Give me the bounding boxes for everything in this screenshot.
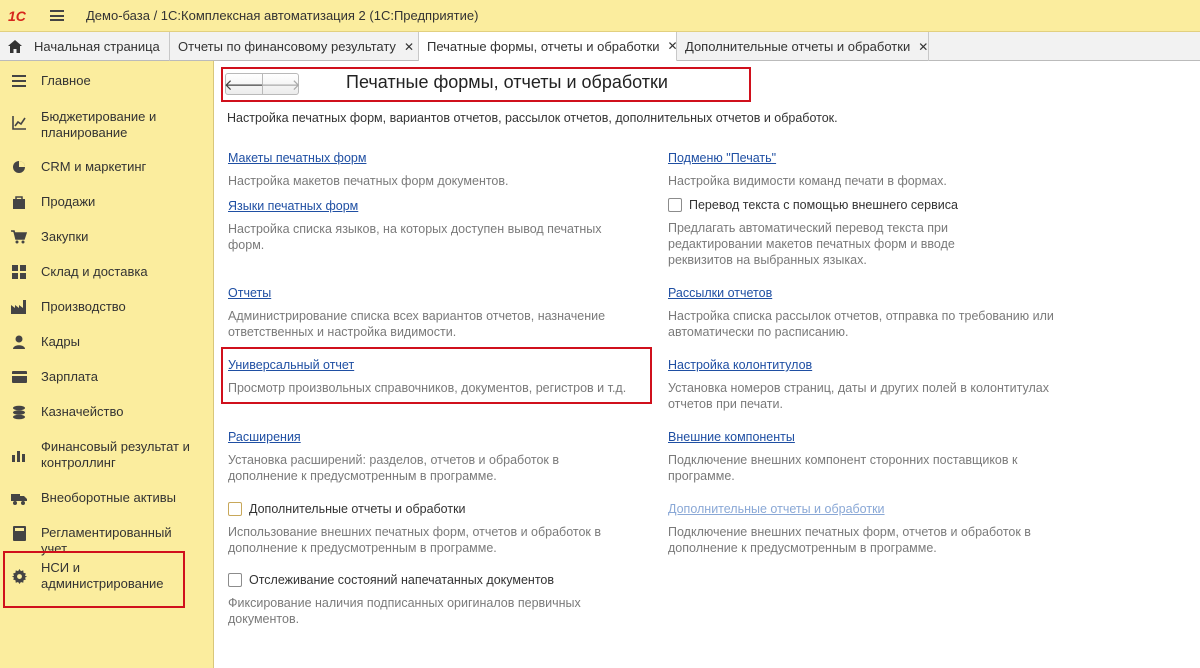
tab-financial-reports[interactable]: Отчеты по финансовому результату ✕ [170,32,419,61]
app-logo[interactable]: 1С [8,8,44,24]
sidebar-item-label: CRM и маркетинг [41,159,147,174]
hamburger-menu-icon[interactable] [50,10,64,21]
additional-reports-right-desc: Подключение внешних печатных форм, отчет… [668,525,1031,555]
checkbox-box[interactable] [228,573,242,587]
print-languages-desc: Настройка списка языков, на которых дост… [228,222,602,252]
tab-label: Дополнительные отчеты и обработки [685,39,911,54]
sidebar-item-label: Внеоборотные активы [41,490,177,505]
highlight-frame [221,67,751,102]
highlight-frame [3,551,185,608]
window-title: Демо-база / 1С:Комплексная автоматизация… [86,8,479,23]
warehouse-grid-icon [11,264,27,280]
sidebar-item-label: Главное [41,73,91,88]
truck-icon [11,490,27,506]
pie-chart-icon [11,159,27,175]
reports-link[interactable]: Отчеты [228,286,271,300]
extensions-desc: Установка расширений: разделов, отчетов … [228,453,559,483]
tracking-desc: Фиксирование наличия подписанных оригина… [228,596,581,626]
tab-label: Печатные формы, отчеты и обработки [427,38,660,54]
additional-reports-desc: Использование внешних печатных форм, отч… [228,525,602,555]
external-components-desc: Подключение внешних компонент сторонних … [668,453,1018,483]
wallet-icon [11,369,27,385]
highlight-frame [221,347,652,404]
additional-reports-checkbox[interactable]: Дополнительные отчеты и обработки [228,502,466,516]
checkbox-label: Перевод текста с помощью внешнего сервис… [689,198,958,212]
tab-home[interactable]: Начальная страница [0,32,170,61]
sidebar-item-label: Зарплата [41,369,98,384]
house-icon [8,40,22,53]
main-content: 🡐 🡒 Печатные формы, отчеты и обработки Н… [215,61,1200,668]
sections-sidebar: Главное Бюджетирование и планирование CR… [0,61,214,668]
menu-lines-icon [11,73,27,89]
tab-label: Отчеты по финансовому результату [178,39,396,54]
shopping-bag-icon [11,194,27,210]
checkbox-label: Дополнительные отчеты и обработки [249,502,466,516]
checkbox-box[interactable] [668,198,682,212]
budget-chart-icon [11,115,27,131]
print-submenu-link[interactable]: Подменю "Печать" [668,151,776,165]
sidebar-item-label: Финансовый результат и контроллинг [41,439,190,470]
checkbox-box[interactable] [228,502,242,516]
sidebar-item-label: Производство [41,299,126,314]
factory-icon [11,299,27,315]
sidebar-item-label: Кадры [41,334,80,349]
tab-additional-reports[interactable]: Дополнительные отчеты и обработки ✕ [677,32,929,61]
reports-desc: Администрирование списка всех вариантов … [228,309,606,339]
headers-footers-link[interactable]: Настройка колонтитулов [668,358,812,372]
sidebar-item-label: Бюджетирование и планирование [41,109,157,140]
translate-desc: Предлагать автоматический перевод текста… [668,221,955,267]
report-mailing-desc: Настройка списка рассылок отчетов, отпра… [668,309,1054,339]
calculator-icon [11,525,27,541]
external-components-link[interactable]: Внешние компоненты [668,430,795,444]
tab-label: Начальная страница [34,39,160,54]
tab-print-forms[interactable]: Печатные формы, отчеты и обработки ✕ [419,32,678,62]
cart-icon [11,229,27,245]
sidebar-item-label: Казначейство [41,404,124,419]
page-subtitle: Настройка печатных форм, вариантов отчет… [227,111,838,125]
coins-icon [11,404,27,420]
tab-bar: Начальная страница Отчеты по финансовому… [0,32,1200,62]
bar-chart-icon [11,447,27,463]
additional-reports-link[interactable]: Дополнительные отчеты и обработки [668,502,885,516]
sidebar-item-label: Склад и доставка [41,264,148,279]
print-templates-link[interactable]: Макеты печатных форм [228,151,366,165]
print-submenu-desc: Настройка видимости команд печати в форм… [668,174,947,188]
translate-checkbox[interactable]: Перевод текста с помощью внешнего сервис… [668,198,958,212]
headers-footers-desc: Установка номеров страниц, даты и других… [668,381,1049,411]
print-languages-link[interactable]: Языки печатных форм [228,199,358,213]
title-bar: 1С Демо-база / 1С:Комплексная автоматиза… [0,0,1200,32]
sidebar-item-label: Продажи [41,194,96,209]
tracking-checkbox[interactable]: Отслеживание состояний напечатанных доку… [228,573,554,587]
print-templates-desc: Настройка макетов печатных форм документ… [228,174,509,188]
sidebar-item-label: Закупки [41,229,89,244]
close-icon[interactable]: ✕ [918,40,928,54]
extensions-link[interactable]: Расширения [228,430,301,444]
report-mailing-link[interactable]: Рассылки отчетов [668,286,772,300]
person-icon [11,334,27,350]
checkbox-label: Отслеживание состояний напечатанных доку… [249,573,554,587]
close-icon[interactable]: ✕ [404,40,414,54]
